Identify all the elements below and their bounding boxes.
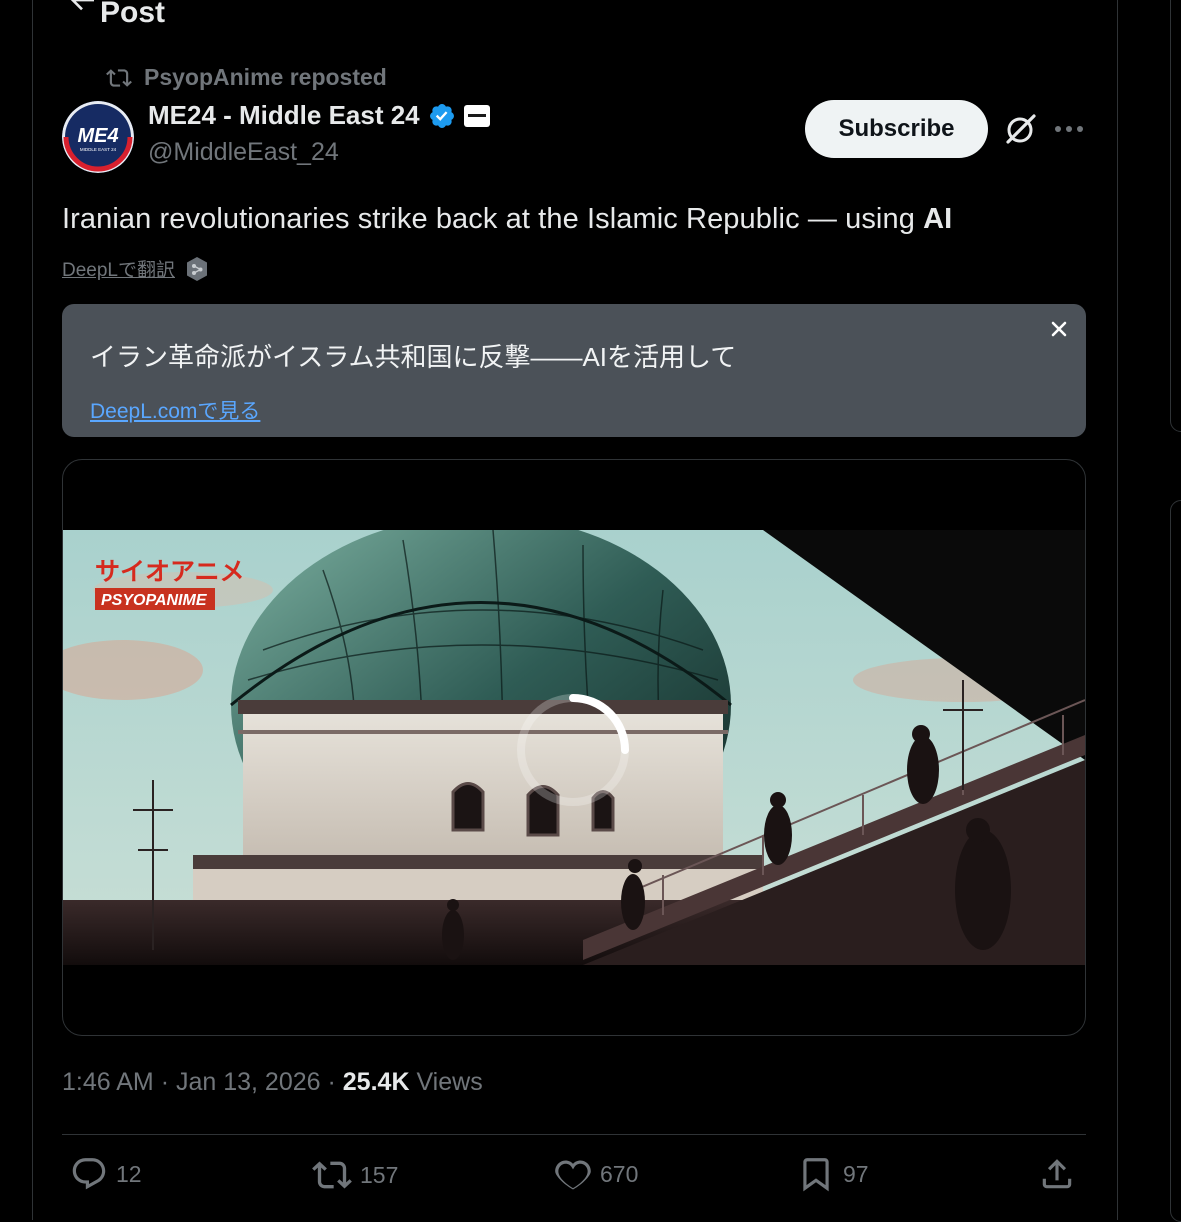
translation-panel: イラン革命派がイスラム共和国に反撃——AIを活用して DeepL.comで見る: [62, 304, 1086, 437]
repost-icon: [106, 68, 132, 87]
avatar[interactable]: ME4 MIDDLE EAST 24: [62, 101, 134, 173]
bookmark-icon: [803, 1158, 829, 1192]
svg-text:MIDDLE EAST 24: MIDDLE EAST 24: [80, 147, 117, 152]
views-count: 25.4K: [342, 1068, 410, 1096]
translate-link[interactable]: DeepLで翻訳: [62, 255, 209, 282]
share-icon: [1042, 1159, 1072, 1189]
bookmark-count: 97: [843, 1160, 869, 1187]
translate-label[interactable]: DeepLで翻訳: [62, 255, 175, 282]
author-name-row[interactable]: ME24 - Middle East 24: [148, 100, 490, 131]
post-text-main: Iranian revolutionaries strike back at t…: [62, 203, 924, 235]
repost-count: 157: [360, 1161, 399, 1188]
repost-icon: [312, 1161, 352, 1189]
like-button[interactable]: 670: [554, 1155, 638, 1193]
post-time[interactable]: 1:46 AM: [62, 1068, 154, 1096]
post-text: Iranian revolutionaries strike back at t…: [62, 203, 952, 236]
repost-text: PsyopAnime reposted: [144, 64, 387, 90]
video-player[interactable]: サイオアニメ PSYOPANIME: [63, 530, 1085, 965]
author-name[interactable]: ME24 - Middle East 24: [148, 100, 420, 131]
post-header: [64, 0, 100, 18]
reply-button[interactable]: 12: [70, 1155, 142, 1193]
me24-logo: ME4 MIDDLE EAST 24: [62, 101, 134, 173]
divider: [62, 1134, 1086, 1135]
views-label: Views: [416, 1068, 483, 1096]
more-options-button[interactable]: [1052, 114, 1086, 144]
arrow-left-icon: [70, 0, 94, 11]
deepl-link[interactable]: DeepL.comで見る: [90, 395, 260, 425]
page-title: Post: [100, 0, 166, 29]
back-button[interactable]: [64, 0, 100, 18]
repost-indicator[interactable]: PsyopAnime reposted: [106, 64, 387, 91]
meta-separator: ·: [327, 1068, 336, 1096]
author-handle[interactable]: @MiddleEast_24: [148, 138, 339, 167]
media-card[interactable]: サイオアニメ PSYOPANIME: [62, 459, 1086, 1036]
repost-button[interactable]: 157: [312, 1155, 398, 1195]
post-text-bold: AI: [923, 203, 953, 235]
close-icon: [1051, 321, 1067, 337]
bookmark-button[interactable]: 97: [797, 1155, 869, 1193]
engagement-bar: 12 157 670 97: [62, 1155, 1086, 1201]
deepl-icon: [187, 256, 207, 281]
svg-text:PSYOPANIME: PSYOPANIME: [101, 592, 208, 609]
heart-icon: [555, 1160, 591, 1190]
translation-text: イラン革命派がイスラム共和国に反撃——AIを活用して: [90, 342, 737, 372]
like-count: 670: [600, 1160, 639, 1187]
post-date[interactable]: Jan 13, 2026: [176, 1068, 321, 1096]
subscribe-button[interactable]: Subscribe: [805, 100, 988, 158]
reply-icon: [72, 1158, 106, 1190]
affiliate-badge-icon: [463, 104, 490, 127]
sidebar-card: [1170, 500, 1181, 1222]
more-horizontal-icon: [1055, 126, 1083, 132]
share-button[interactable]: [1038, 1155, 1076, 1193]
meta-separator: ·: [160, 1068, 170, 1096]
sidebar-card: [1170, 0, 1181, 432]
svg-text:サイオアニメ: サイオアニメ: [95, 557, 245, 586]
grok-icon: [1006, 114, 1036, 144]
grok-button[interactable]: [1003, 111, 1039, 147]
post-meta: 1:46 AM · Jan 13, 2026 · 25.4K Views: [62, 1068, 483, 1097]
close-translation-button[interactable]: [1048, 318, 1070, 340]
verified-badge-icon: [429, 103, 454, 128]
reply-count: 12: [116, 1160, 142, 1187]
svg-text:ME4: ME4: [77, 125, 118, 147]
